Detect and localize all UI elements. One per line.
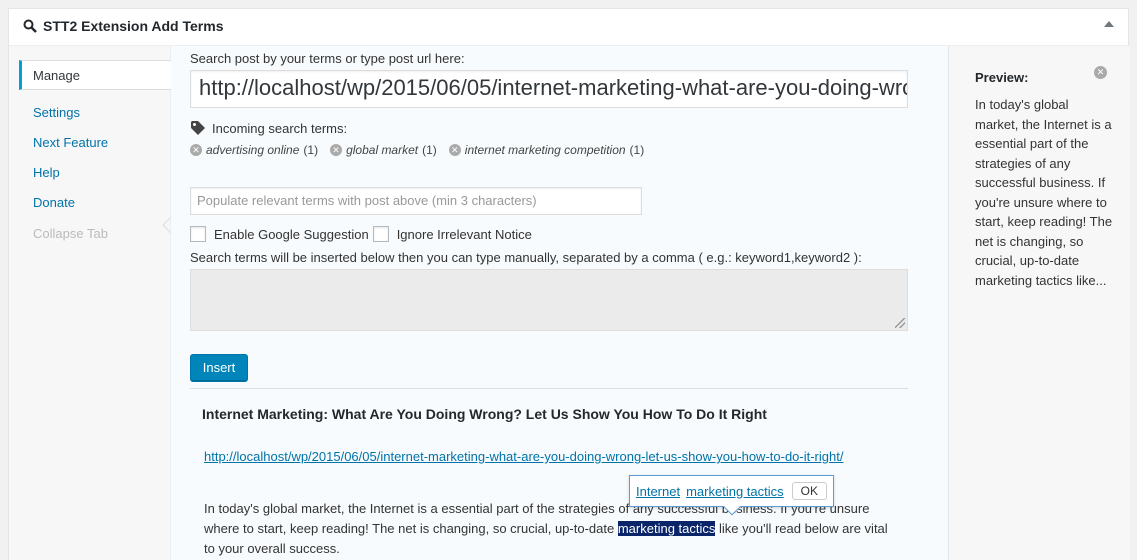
divider bbox=[190, 388, 908, 389]
terms-textarea[interactable] bbox=[190, 269, 908, 331]
metabox-panel: STT2 Extension Add Terms Manage Settings… bbox=[8, 8, 1130, 560]
tab-donate[interactable]: Donate bbox=[19, 188, 171, 218]
tab-notch-icon bbox=[162, 217, 171, 233]
remove-term-icon[interactable]: ✕ bbox=[448, 144, 461, 156]
remove-term-icon[interactable]: ✕ bbox=[330, 144, 343, 156]
populate-terms-input[interactable]: Populate relevant terms with post above … bbox=[190, 187, 642, 215]
collapse-arrow-icon[interactable] bbox=[1104, 21, 1114, 27]
incoming-terms-header: Incoming search terms: bbox=[190, 120, 347, 136]
post-excerpt: In today's global market, the Internet i… bbox=[204, 499, 894, 559]
google-suggestion-label: Enable Google Suggestion bbox=[214, 226, 369, 242]
post-url-input[interactable]: http://localhost/wp/2015/06/05/internet-… bbox=[190, 70, 908, 108]
options-row: Enable Google Suggestion Ignore Irreleva… bbox=[190, 226, 532, 242]
popup-link-internet[interactable]: Internet bbox=[636, 484, 680, 499]
panel-title: STT2 Extension Add Terms bbox=[23, 18, 223, 34]
tab-manage[interactable]: Manage bbox=[19, 60, 171, 90]
panel-title-text: STT2 Extension Add Terms bbox=[43, 18, 224, 34]
resize-handle-icon[interactable] bbox=[895, 318, 905, 328]
preview-panel: Preview: ✕ In today's global market, the… bbox=[948, 46, 1130, 560]
remove-term-icon[interactable]: ✕ bbox=[190, 144, 202, 156]
tab-collapse[interactable]: Collapse Tab bbox=[19, 219, 171, 249]
post-title: Internet Marketing: What Are You Doing W… bbox=[202, 406, 767, 422]
sidebar: Manage Settings Next Feature Help Donate… bbox=[9, 46, 171, 560]
instructions-text: Search terms will be inserted below then… bbox=[190, 250, 862, 265]
popup-ok-button[interactable]: OK bbox=[791, 482, 827, 500]
term-item: ✕ internet marketing competition (1) bbox=[448, 143, 645, 157]
term-text[interactable]: internet marketing competition bbox=[465, 143, 626, 157]
ignore-notice-label: Ignore Irrelevant Notice bbox=[396, 226, 532, 242]
tab-next-feature[interactable]: Next Feature bbox=[19, 128, 171, 158]
preview-title: Preview: bbox=[975, 70, 1029, 85]
main-content: Search post by your terms or type post u… bbox=[171, 46, 948, 560]
term-count: (1) bbox=[629, 143, 645, 157]
post-link[interactable]: http://localhost/wp/2015/06/05/internet-… bbox=[204, 447, 884, 467]
term-text[interactable]: global market bbox=[346, 143, 418, 157]
insert-button[interactable]: Insert bbox=[190, 354, 248, 382]
google-suggestion-checkbox[interactable] bbox=[190, 226, 206, 242]
search-label: Search post by your terms or type post u… bbox=[190, 51, 465, 66]
popup-link-marketing-tactics[interactable]: marketing tactics bbox=[686, 484, 784, 499]
incoming-terms-list: ✕ advertising online (1) ✕ global market… bbox=[190, 143, 644, 157]
excerpt-highlight[interactable]: marketing tactics bbox=[617, 521, 716, 536]
term-count: (1) bbox=[303, 143, 319, 157]
panel-header[interactable]: STT2 Extension Add Terms bbox=[9, 9, 1128, 46]
term-item: ✕ advertising online (1) bbox=[190, 143, 318, 157]
ignore-notice-checkbox[interactable] bbox=[372, 226, 389, 242]
term-text[interactable]: advertising online bbox=[206, 143, 299, 157]
tab-settings[interactable]: Settings bbox=[19, 98, 171, 128]
link-popup: Internet marketing tactics OK bbox=[629, 475, 834, 516]
term-item: ✕ global market (1) bbox=[330, 143, 437, 157]
tag-icon bbox=[191, 121, 205, 135]
close-preview-icon[interactable]: ✕ bbox=[1094, 66, 1107, 79]
preview-text: In today's global market, the Internet i… bbox=[975, 97, 1113, 288]
incoming-terms-label: Incoming search terms: bbox=[212, 120, 348, 136]
search-icon bbox=[23, 19, 37, 33]
term-count: (1) bbox=[422, 143, 437, 157]
tab-help[interactable]: Help bbox=[19, 158, 171, 188]
